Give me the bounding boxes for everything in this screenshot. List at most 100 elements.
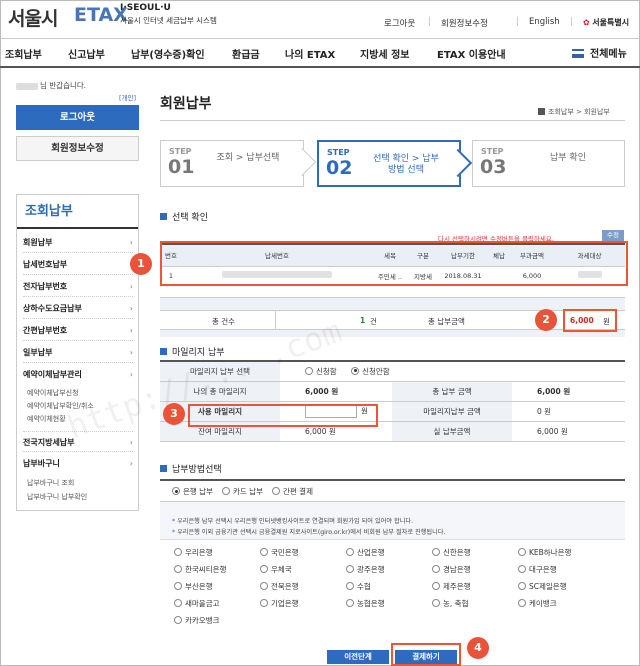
step-text: 조회 > 납부선택 <box>216 153 280 163</box>
top-english-link[interactable]: English <box>529 17 560 27</box>
radio-selected-icon <box>351 366 360 375</box>
radio-apply[interactable]: 신청함 <box>305 366 337 376</box>
seoul-city-logo[interactable]: ✿ 서울특별시 <box>583 17 629 28</box>
actual-pay-value: 6,000 원 <box>512 421 625 442</box>
bank-option[interactable]: 한국씨티은행 <box>174 564 226 575</box>
home-icon[interactable] <box>538 108 545 115</box>
step-badge-3: 3 <box>163 403 185 425</box>
bank-option[interactable]: 새마을금고 <box>174 598 220 609</box>
bank-option[interactable]: 신한은행 <box>432 547 471 558</box>
bank-label: 광주은행 <box>357 565 385 574</box>
bank-label: 새마을금고 <box>185 599 220 608</box>
edit-button[interactable]: 수정 <box>602 230 624 241</box>
bank-option[interactable]: 농협은행 <box>346 598 385 609</box>
section-bullet-icon <box>160 465 167 472</box>
bank-option[interactable]: 농, 축협 <box>432 598 468 609</box>
sidebar-item-water-fee[interactable]: 상하수도요금납부 › <box>23 298 133 319</box>
prev-step-button[interactable]: 이전단계 <box>327 650 389 664</box>
section-heading-pay-method: 납부방법선택 <box>160 462 222 475</box>
top-logout-link[interactable]: 로그아웃 <box>384 17 415 29</box>
step-text: 선택 확인 > 납부방법 선택 <box>373 154 439 175</box>
top-edit-info-link[interactable]: 회원정보수정 <box>441 17 488 29</box>
bank-label: 카카오뱅크 <box>185 616 220 625</box>
sidebar-item-simple-number[interactable]: 간편납부번호 › <box>23 320 133 341</box>
bank-option[interactable]: 산업은행 <box>346 547 385 558</box>
bank-option[interactable]: 수협 <box>346 581 371 592</box>
sidebar-item-scheduled-transfer[interactable]: 예약이체납부관리 › <box>23 364 133 385</box>
sidebar-item-taxno-pay[interactable]: 납세번호납부› <box>23 254 133 275</box>
logo-subtitle: 서울시 인터넷 세금납부 시스템 <box>120 16 217 25</box>
bank-label: 우체국 <box>271 565 292 574</box>
radio-icon <box>346 548 354 556</box>
radio-icon <box>305 366 313 375</box>
bank-list: 우리은행 국민은행 산업은행 신한은행 KEB하나은행 한국씨티은행 우체국 광… <box>160 539 625 632</box>
bank-option[interactable]: 제주은행 <box>432 581 471 592</box>
section-bullet-icon <box>160 213 167 220</box>
bank-option[interactable]: SC제일은행 <box>518 581 567 592</box>
logout-button[interactable]: 로그아웃 <box>16 105 139 130</box>
account-type-link[interactable]: [개인] <box>119 92 136 102</box>
radio-icon <box>432 599 440 607</box>
radio-label: 신청함 <box>316 366 337 376</box>
bank-option[interactable]: 우리은행 <box>174 547 213 558</box>
pay-type-bank[interactable]: 은행 납부 <box>172 486 213 497</box>
bank-option[interactable]: 전북은행 <box>260 581 299 592</box>
bank-option[interactable]: 광주은행 <box>346 564 385 575</box>
bank-option[interactable]: 국민은행 <box>260 547 299 558</box>
highlight-box-3 <box>188 404 378 427</box>
sidebar-item-epay-number[interactable]: 전자납부번호 › <box>23 276 133 297</box>
sidebar-item-member-pay[interactable]: 회원납부 › <box>23 232 133 253</box>
actual-pay-label: 실 납부금액 <box>392 421 512 442</box>
nav-item-report-pay[interactable]: 신고납부 <box>68 46 105 61</box>
bank-label: 농, 축협 <box>443 599 469 608</box>
pay-type-card[interactable]: 카드 납부 <box>222 486 263 497</box>
bank-option[interactable]: 부산은행 <box>174 581 213 592</box>
chevron-right-icon: › <box>129 459 133 468</box>
bank-label: 농협은행 <box>357 599 385 608</box>
sidebar-item-partial-pay[interactable]: 일부납부 › <box>23 342 133 363</box>
bank-option[interactable]: 케이뱅크 <box>518 598 557 609</box>
total-count-label: 총 건수 <box>212 317 236 326</box>
sidebar-menu: 조회납부 회원납부› 납세번호납부› 전자납부번호› 상하수도요금납부› 간편납… <box>16 194 139 511</box>
bank-option[interactable]: 경남은행 <box>432 564 471 575</box>
bank-option[interactable]: 우체국 <box>260 564 292 575</box>
pay-hint-text: 우리은행 납부 선택시 우리은행 인터넷뱅킹사이트로 연결되며 회원가입 되어 … <box>177 518 414 525</box>
step-text: 납부 확인 <box>550 153 586 163</box>
nav-item-inquiry-pay[interactable]: 조회납부 <box>5 46 42 61</box>
bank-option[interactable]: KEB하나은행 <box>518 547 571 558</box>
chevron-right-icon: › <box>129 348 133 357</box>
step-3: STEP 03 납부 확인 <box>472 140 625 187</box>
divider: | <box>516 17 519 27</box>
sidebar-subitem[interactable]: 납부바구니 납부확인 <box>27 492 87 502</box>
nav-item-refund[interactable]: 환급금 <box>232 46 260 61</box>
section-bullet-icon <box>160 348 167 355</box>
radio-none[interactable]: 신청안함 <box>351 366 390 376</box>
radio-icon <box>432 582 440 590</box>
nav-item-my-etax[interactable]: 나의 ETAX <box>285 46 335 61</box>
logo-seoul[interactable]: 서울시 <box>8 4 58 31</box>
step-label: STEP <box>481 147 504 156</box>
sidebar-item-pay-basket[interactable]: 납부바구니 › <box>23 453 133 474</box>
bank-label: 한국씨티은행 <box>185 565 227 574</box>
sidebar-subitem[interactable]: 납부바구니 조회 <box>27 478 74 488</box>
all-menu-label: 전체메뉴 <box>590 49 627 60</box>
edit-info-button[interactable]: 회원정보수정 <box>16 136 139 161</box>
sidebar-item-label: 납부바구니 <box>23 459 60 468</box>
chevron-right-icon: › <box>129 238 133 247</box>
nav-item-local-tax-info[interactable]: 지방세 정보 <box>360 46 409 61</box>
bank-option[interactable]: 기업은행 <box>260 598 299 609</box>
highlight-box-2 <box>563 309 617 332</box>
divider: | <box>428 17 431 27</box>
sidebar-subitem[interactable]: 예약이체납부신청 <box>27 388 79 398</box>
total-amount-label: 총 납부금액 <box>428 317 465 326</box>
step-label: STEP <box>169 147 192 156</box>
nav-item-receipt[interactable]: 납부(영수증)확인 <box>131 46 205 61</box>
radio-icon <box>260 599 268 607</box>
step-2-active: STEP 02 선택 확인 > 납부방법 선택 <box>317 140 473 187</box>
nav-item-guide[interactable]: ETAX 이용안내 <box>437 46 506 61</box>
all-menu-button[interactable]: 전체메뉴 <box>572 45 627 60</box>
bank-option[interactable]: 카카오뱅크 <box>174 615 220 626</box>
pay-type-simple[interactable]: 간편 결제 <box>272 486 313 497</box>
bank-option[interactable]: 대구은행 <box>518 564 557 575</box>
sidebar-subitem[interactable]: 예약이체현황 <box>27 414 66 424</box>
